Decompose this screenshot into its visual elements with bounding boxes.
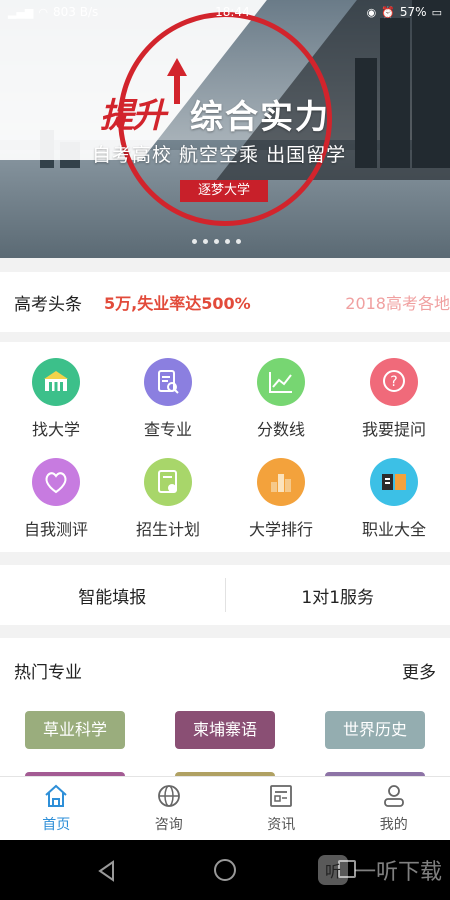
service-row: 智能填报 1对1服务 [0, 565, 450, 625]
battery-percent: 57% [399, 5, 427, 19]
headline-text-next[interactable]: 2018高考各地 [345, 290, 450, 314]
headline-ticker[interactable]: 高考头条 5万,失业率达500% 2018高考各地 [0, 272, 450, 332]
grid-item-search-major[interactable]: 查专业 [112, 358, 224, 440]
carousel-indicator [192, 239, 241, 244]
bottom-tab-bar: 首页 咨询 资讯 我的 [0, 776, 450, 840]
carousel-dot [225, 239, 230, 244]
grid-label: 找大学 [31, 420, 80, 439]
carousel-dot [203, 239, 208, 244]
tab-label: 咨询 [154, 816, 183, 833]
carousel-dot [236, 239, 241, 244]
home-icon [45, 784, 67, 807]
lock-rotation-icon: ◉ [366, 5, 377, 19]
headline-label: 高考头条 [14, 294, 82, 315]
hot-majors-title: 热门专业 [14, 663, 82, 683]
grid-label: 职业大全 [361, 520, 426, 539]
promo-banner[interactable]: 提升 综合实力 自考高校 航空空乘 出国留学 逐梦大学 [0, 0, 450, 258]
more-link[interactable]: 更多 [402, 658, 436, 683]
watermark: 听 一听下载 [317, 854, 442, 886]
svg-text:?: ? [390, 374, 397, 390]
alarm-icon: ⏰ [381, 5, 395, 19]
banner-highlight-text: 提升 [100, 96, 166, 136]
tab-label: 首页 [42, 816, 71, 833]
grid-label: 招生计划 [135, 520, 200, 539]
user-icon [383, 784, 404, 807]
signal-icon: ▂▄▆ [8, 5, 34, 19]
university-icon [32, 358, 80, 406]
watermark-logo: 听 [317, 855, 348, 885]
battery-icon: ▭ [431, 5, 442, 19]
headline-text[interactable]: 5万,失业率达500% [104, 290, 341, 314]
carousel-dot [214, 239, 219, 244]
enrollment-plan-icon [144, 458, 192, 506]
smart-fill-button[interactable]: 智能填报 [0, 583, 225, 608]
major-tag[interactable]: 柬埔寨语 [175, 711, 275, 749]
grid-label: 大学排行 [248, 520, 313, 539]
tab-consult[interactable]: 咨询 [113, 777, 226, 840]
status-bar: ▂▄▆ ◠ 803 B/s 18:44 ◉ ⏰ 57% ▭ [0, 0, 450, 24]
banner-sub-text: 自考高校 航空空乘 出国留学 [92, 144, 347, 166]
grid-label: 自我测评 [23, 520, 88, 539]
system-navigation-bar: 听 一听下载 [0, 840, 450, 900]
wifi-icon: ◠ [38, 5, 48, 19]
banner-tag: 逐梦大学 [180, 180, 268, 202]
grid-label: 分数线 [256, 420, 305, 439]
tab-label: 资讯 [267, 816, 296, 833]
tab-home[interactable]: 首页 [0, 777, 113, 840]
grid-item-ask-question[interactable]: ? 我要提问 [338, 358, 450, 440]
grid-item-score-line[interactable]: 分数线 [225, 358, 337, 440]
grid-label: 查专业 [143, 420, 192, 439]
major-tag[interactable]: 草业科学 [25, 711, 125, 749]
news-icon [270, 784, 293, 807]
network-speed: 803 B/s [53, 5, 99, 19]
tab-news[interactable]: 资讯 [225, 777, 338, 840]
ranking-icon [257, 458, 305, 506]
grid-item-career-guide[interactable]: 职业大全 [338, 458, 450, 540]
banner-main-text: 综合实力 [190, 97, 330, 136]
major-tag[interactable]: 世界历史 [325, 711, 425, 749]
grid-item-find-university[interactable]: 找大学 [0, 358, 112, 440]
hot-majors-section: 热门专业 更多 草业科学 柬埔寨语 世界历史 [0, 638, 450, 778]
globe-icon [157, 784, 180, 807]
home-circle-icon[interactable] [214, 859, 236, 881]
tab-mine[interactable]: 我的 [338, 777, 450, 840]
grid-label: 我要提问 [361, 420, 426, 439]
self-assessment-icon [32, 458, 80, 506]
feature-grid: 找大学 查专业 分数线 ? 我要提问 自我测评 招生计划 大学排行 职业大全 [0, 342, 450, 552]
major-search-icon [144, 358, 192, 406]
watermark-text: 一听下载 [353, 860, 442, 885]
one-on-one-service-button[interactable]: 1对1服务 [226, 583, 450, 608]
grid-item-self-assessment[interactable]: 自我测评 [0, 458, 112, 540]
score-line-icon [257, 358, 305, 406]
tab-label: 我的 [379, 816, 408, 833]
back-icon[interactable] [97, 860, 117, 882]
career-book-icon [370, 458, 418, 506]
clock: 18:44 [215, 5, 250, 19]
carousel-dot [192, 239, 197, 244]
question-icon: ? [370, 358, 418, 406]
grid-item-enrollment-plan[interactable]: 招生计划 [112, 458, 224, 540]
grid-item-university-ranking[interactable]: 大学排行 [225, 458, 337, 540]
